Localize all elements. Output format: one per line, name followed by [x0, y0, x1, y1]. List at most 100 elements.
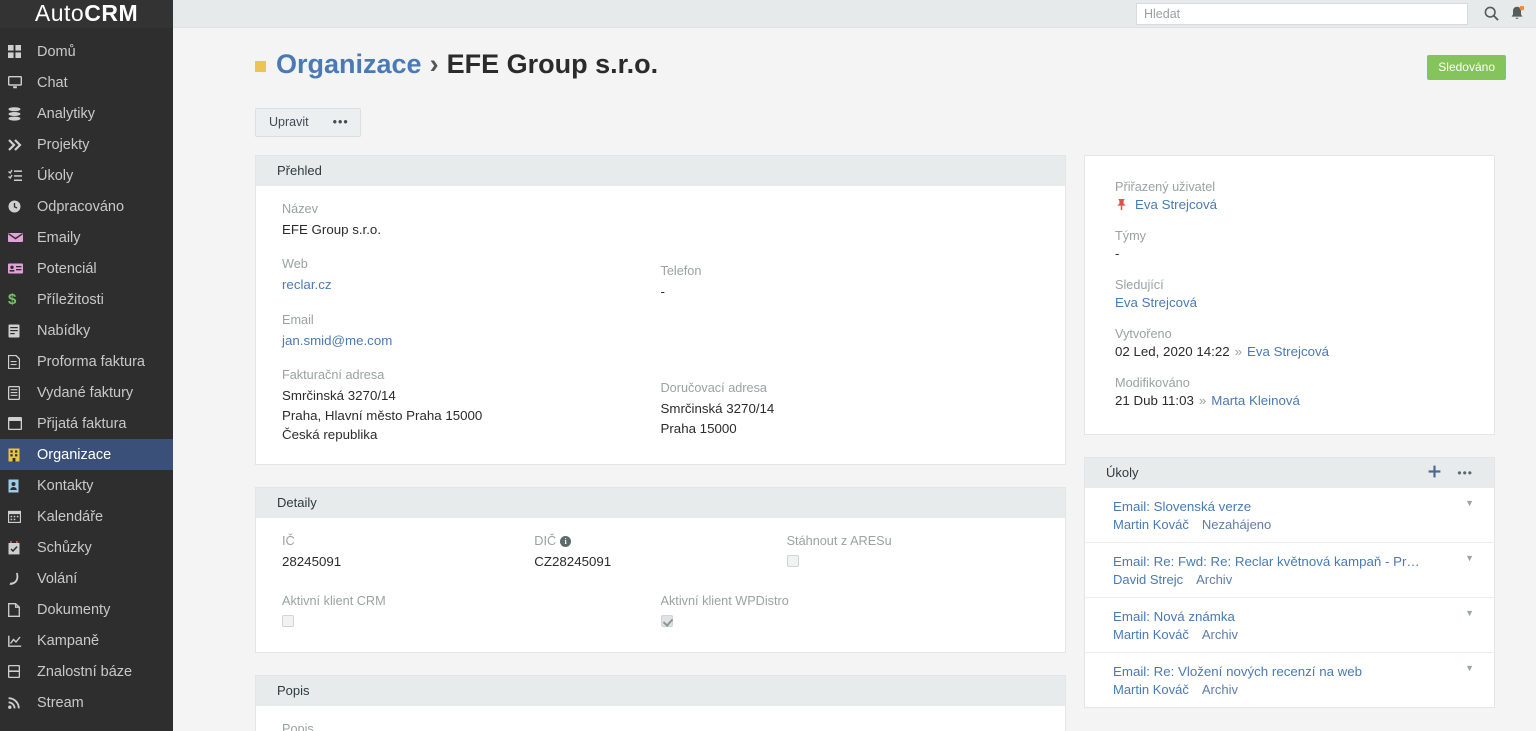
sidebar-item-domu[interactable]: Domů [0, 36, 173, 67]
field-label: Modifikováno [1115, 376, 1190, 391]
description-panel-body: Popis - [256, 706, 1065, 731]
dots-icon[interactable]: ••• [1457, 467, 1473, 479]
inbox-icon [8, 417, 34, 430]
module-square-icon [255, 61, 266, 73]
field-label: Vytvořeno [1115, 327, 1172, 342]
created-by-link[interactable]: Eva Strejcová [1247, 344, 1329, 359]
field-label: Sledující [1115, 278, 1164, 293]
bell-icon[interactable] [1504, 0, 1530, 28]
top-bar [173, 0, 1536, 28]
sidebar-item-volani[interactable]: Volání [0, 563, 173, 594]
checklist-icon [8, 169, 34, 182]
field-email: Email jan.smid@me.com [282, 313, 649, 350]
assigned-user-link[interactable]: Eva Strejcová [1135, 197, 1217, 212]
sidebar-item-kalendare[interactable]: Kalendáře [0, 501, 173, 532]
sidebar-nav: Domů Chat Analytiky Projekty Úkoly Odpra [0, 28, 173, 718]
sidebar-item-kontakty[interactable]: Kontakty [0, 470, 173, 501]
chevron-down-icon[interactable]: ▼ [1465, 498, 1474, 508]
details-row-2: Aktivní klient CRM Aktivní klient WPDist… [282, 594, 1039, 632]
ares-checkbox[interactable] [786, 555, 799, 568]
task-status[interactable]: Archiv [1202, 627, 1238, 642]
sidebar-item-odpracovano[interactable]: Odpracováno [0, 191, 173, 222]
modified-by-link[interactable]: Marta Kleinová [1211, 393, 1300, 408]
sidebar-item-label: Kalendáře [37, 508, 104, 525]
details-row-1: IČ 28245091 DIČ i CZ28245091 Stáhnout z … [282, 534, 1039, 572]
task-title-link[interactable]: Email: Re: Fwd: Re: Reclar květnová kamp… [1113, 554, 1433, 569]
task-title-link[interactable]: Email: Slovenská verze [1113, 499, 1433, 514]
field-label: Aktivní klient WPDistro [660, 594, 789, 609]
search-icon[interactable] [1478, 0, 1504, 28]
field-assigned-user: Přiřazený uživatel Eva Strejcová [1115, 180, 1464, 212]
follow-button[interactable]: Sledováno [1427, 55, 1506, 80]
chevrons-right-icon [8, 138, 34, 151]
monitor-icon [8, 76, 34, 89]
field-value-link[interactable]: jan.smid@me.com [282, 331, 649, 350]
global-search[interactable] [1136, 2, 1468, 25]
sidebar-item-znalostni-baze[interactable]: Znalostní báze [0, 656, 173, 687]
sidebar-item-stream[interactable]: Stream [0, 687, 173, 718]
more-actions-button[interactable]: ••• [321, 109, 360, 137]
side-column: Přiřazený uživatel Eva Strejcová Týmy - [1084, 155, 1495, 709]
task-title-link[interactable]: Email: Re: Vložení nových recenzí na web [1113, 664, 1433, 679]
chevron-down-icon[interactable]: ▼ [1465, 608, 1474, 618]
sidebar-item-label: Organizace [37, 446, 112, 463]
task-status[interactable]: Nezahájeno [1202, 517, 1271, 532]
field-label: Aktivní klient CRM [282, 594, 386, 609]
details-panel-body: IČ 28245091 DIČ i CZ28245091 Stáhnout z … [256, 518, 1065, 652]
field-value-line2: Praha, Hlavní město Praha 15000 [282, 407, 483, 423]
sidebar-item-ukoly[interactable]: Úkoly [0, 160, 173, 191]
sidebar-item-analytiky[interactable]: Analytiky [0, 98, 173, 129]
overview-panel: Přehled Název EFE Group s.r.o. Web recla… [255, 155, 1066, 466]
field-label: Popis [282, 722, 314, 731]
sidebar-item-proforma-faktura[interactable]: Proforma faktura [0, 346, 173, 377]
layout-spacer [661, 319, 1028, 381]
follower-link[interactable]: Eva Strejcová [1115, 295, 1197, 310]
info-icon[interactable]: i [560, 536, 572, 548]
contact-icon [8, 479, 34, 493]
sidebar-item-potencial[interactable]: Potenciál [0, 253, 173, 284]
task-assignee-link[interactable]: David Strejc [1113, 572, 1183, 587]
field-value-line1: Smrčinská 3270/14 [282, 388, 396, 404]
sidebar-item-label: Proforma faktura [37, 353, 145, 370]
task-assignee-link[interactable]: Martin Kováč [1113, 517, 1189, 532]
sidebar-item-projekty[interactable]: Projekty [0, 129, 173, 160]
task-meta: David Strejc Archiv [1113, 572, 1468, 587]
sidebar-item-label: Schůzky [37, 539, 92, 556]
field-billing-address: Fakturační adresa Smrčinská 3270/14 Prah… [282, 368, 649, 444]
active-crm-checkbox[interactable] [282, 615, 294, 628]
task-status[interactable]: Archiv [1196, 572, 1232, 587]
field-dic: DIČ i CZ28245091 [534, 534, 786, 572]
chevron-down-icon[interactable]: ▼ [1465, 663, 1474, 673]
edit-button[interactable]: Upravit [256, 109, 322, 137]
sidebar-item-label: Kontakty [37, 477, 94, 494]
sidebar-item-vydane-faktury[interactable]: Vydané faktury [0, 377, 173, 408]
sidebar-item-chat[interactable]: Chat [0, 67, 173, 98]
sidebar-item-label: Volání [37, 570, 78, 587]
app-logo[interactable]: AutoCRM [0, 0, 173, 28]
overview-panel-body: Název EFE Group s.r.o. Web reclar.cz Ema… [256, 186, 1065, 464]
active-wpdistro-checkbox[interactable] [660, 615, 673, 628]
task-assignee-link[interactable]: Martin Kováč [1113, 682, 1189, 697]
overview-row-name: Název EFE Group s.r.o. Web reclar.cz Ema… [282, 202, 1039, 444]
sidebar-item-prijata-faktura[interactable]: Přijatá faktura [0, 408, 173, 439]
sidebar-item-prilezitosti[interactable]: $ Příležitosti [0, 284, 173, 315]
sidebar-item-emaily[interactable]: Emaily [0, 222, 173, 253]
field-label: Přiřazený uživatel [1115, 180, 1216, 195]
field-value-link[interactable]: reclar.cz [282, 275, 649, 294]
field-label: DIČ i [534, 534, 774, 548]
search-input[interactable] [1144, 6, 1460, 21]
id-card-icon [8, 263, 34, 274]
overview-col-right: Telefon - Doručovací adresa Smrčinská 32… [661, 202, 1040, 444]
sidebar-item-nabidky[interactable]: Nabídky [0, 315, 173, 346]
sidebar-item-kampane[interactable]: Kampaně [0, 625, 173, 656]
breadcrumb-parent-link[interactable]: Organizace [276, 49, 422, 80]
sidebar-item-schuzky[interactable]: Schůzky [0, 532, 173, 563]
task-status[interactable]: Archiv [1202, 682, 1238, 697]
task-assignee-link[interactable]: Martin Kováč [1113, 627, 1189, 642]
chevron-down-icon[interactable]: ▼ [1465, 553, 1474, 563]
plus-icon[interactable] [1428, 465, 1441, 480]
task-title-link[interactable]: Email: Nová známka [1113, 609, 1433, 624]
sidebar-item-dokumenty[interactable]: Dokumenty [0, 594, 173, 625]
page-content: Organizace › EFE Group s.r.o. Sledováno … [173, 28, 1536, 731]
sidebar-item-organizace[interactable]: Organizace [0, 439, 173, 470]
